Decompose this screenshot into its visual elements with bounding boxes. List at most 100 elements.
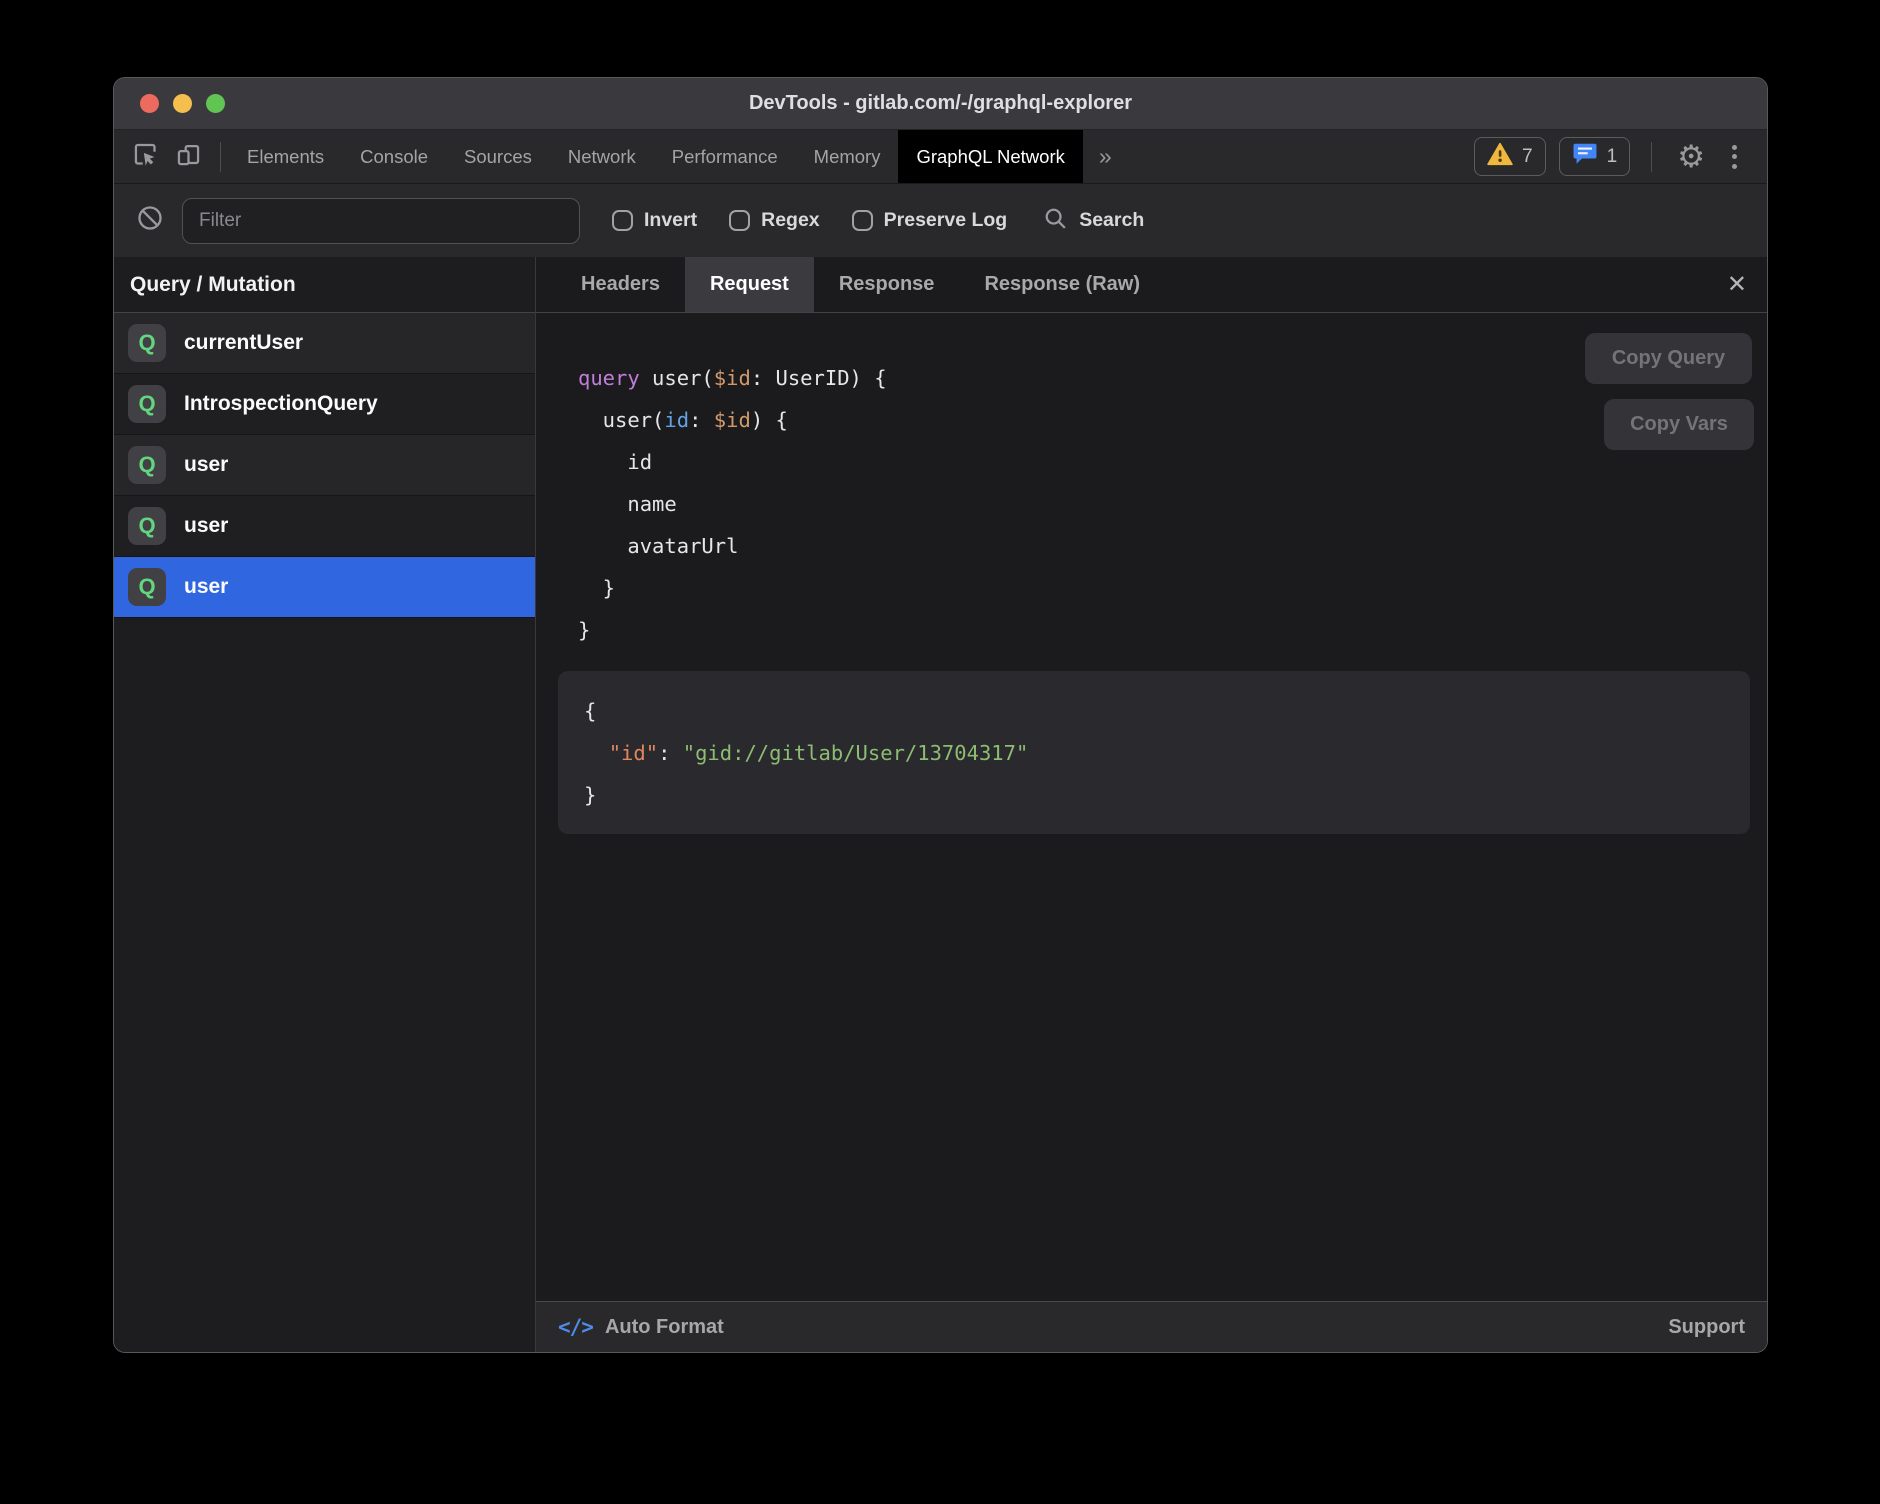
query-type-badge: Q [128,568,166,606]
code-token: id [664,408,689,432]
code-line: name [578,483,887,525]
content-split: Query / Mutation Q currentUser Q Introsp… [114,257,1767,1352]
code-line: avatarUrl [578,525,887,567]
regex-checkbox[interactable] [729,210,750,231]
detail-tab-label: Response (Raw) [984,273,1140,296]
tab-sources[interactable]: Sources [446,130,550,183]
code-token: : UserID) { [751,366,887,390]
inspect-element-icon[interactable] [132,141,159,173]
toolbar-divider [1651,142,1652,172]
filter-bar: Invert Regex Preserve Log Search [114,183,1767,257]
titlebar: DevTools - gitlab.com/-/graphql-explorer [114,78,1767,130]
preserve-log-checkbox[interactable] [852,210,873,231]
invert-checkbox[interactable] [612,210,633,231]
tab-elements[interactable]: Elements [229,130,342,183]
detail-tab-response-raw[interactable]: Response (Raw) [959,257,1165,312]
copy-query-button[interactable]: Copy Query [1585,333,1752,384]
zoom-window-button[interactable] [206,94,225,113]
invert-checkbox-group[interactable]: Invert [612,209,697,232]
detail-tab-headers[interactable]: Headers [556,257,685,312]
block-requests-icon[interactable] [136,204,164,237]
preserve-log-checkbox-group[interactable]: Preserve Log [852,209,1008,232]
detail-tab-response[interactable]: Response [814,257,960,312]
warning-icon [1487,142,1513,171]
code-line: user(id: $id) { [578,399,887,441]
detail-panel: Headers Request Response Response (Raw) … [536,257,1767,1352]
toolbar-divider [220,142,221,172]
traffic-lights [140,78,225,129]
window-title: DevTools - gitlab.com/-/graphql-explorer [749,92,1132,115]
tab-network[interactable]: Network [550,130,654,183]
code-token: $id [714,366,751,390]
close-detail-icon[interactable]: ✕ [1727,257,1747,312]
search-label: Search [1079,209,1144,232]
tab-memory[interactable]: Memory [796,130,899,183]
code-token: user( [578,408,664,432]
filter-input[interactable] [182,198,580,244]
close-window-button[interactable] [140,94,159,113]
query-variables-panel: { "id": "gid://gitlab/User/13704317" } [558,671,1750,834]
code-token: $id [714,408,751,432]
code-token: } [578,618,590,642]
code-token: ) { [751,408,788,432]
code-token: id [578,450,652,474]
query-list-item-user-2[interactable]: Q user [114,496,535,557]
code-token: : [658,741,683,765]
minimize-window-button[interactable] [173,94,192,113]
more-tabs-chevron-icon[interactable]: » [1083,130,1128,183]
code-line: { [584,690,1724,732]
query-type-badge: Q [128,385,166,423]
tab-console[interactable]: Console [342,130,446,183]
detail-tab-label: Request [710,273,789,296]
detail-tab-label: Headers [581,273,660,296]
tab-label: Performance [672,146,778,168]
query-list-item-user-1[interactable]: Q user [114,435,535,496]
detail-tabbar: Headers Request Response Response (Raw) … [536,257,1767,313]
code-token: "id" [609,741,658,765]
code-line: query user($id: UserID) { [578,357,887,399]
search-control[interactable]: Search [1043,206,1144,236]
code-token: { [584,699,596,723]
tab-label: Memory [814,146,881,168]
warning-count: 7 [1522,146,1533,168]
graphql-query-code: query user($id: UserID) { user(id: $id) … [578,357,887,651]
auto-format-button[interactable]: Auto Format [605,1316,724,1339]
query-list-item-currentuser[interactable]: Q currentUser [114,313,535,374]
code-line: id [578,441,887,483]
regex-checkbox-group[interactable]: Regex [729,209,820,232]
messages-badge[interactable]: 1 [1559,137,1631,176]
detail-tab-label: Response [839,273,935,296]
settings-gear-icon[interactable]: ⚙ [1673,141,1709,172]
query-list-item-introspectionquery[interactable]: Q IntrospectionQuery [114,374,535,435]
tab-performance[interactable]: Performance [654,130,796,183]
tabbar-right: 7 1 ⚙ [1474,130,1767,183]
query-list-item-user-3-selected[interactable]: Q user [114,557,535,618]
query-type-badge: Q [128,324,166,362]
code-token [584,741,609,765]
copy-vars-button[interactable]: Copy Vars [1604,399,1754,450]
warnings-badge[interactable]: 7 [1474,137,1546,176]
query-type-badge: Q [128,446,166,484]
tab-graphql-network[interactable]: GraphQL Network [898,130,1082,183]
code-line: "id": "gid://gitlab/User/13704317" [584,732,1724,774]
query-list-header: Query / Mutation [114,257,535,313]
code-token: user( [640,366,714,390]
support-link[interactable]: Support [1668,1316,1745,1339]
code-brackets-icon: </> [558,1315,593,1339]
device-toolbar-icon[interactable] [175,141,202,173]
code-line: } [578,609,887,651]
query-item-label: user [184,453,228,477]
message-icon [1572,142,1598,171]
detail-footer: </> Auto Format Support [536,1301,1767,1352]
more-options-icon[interactable] [1722,145,1747,169]
detail-tab-request[interactable]: Request [685,257,814,312]
code-token: : [689,408,714,432]
query-item-label: user [184,514,228,538]
tab-label: GraphQL Network [916,146,1064,168]
code-line: } [584,774,1724,816]
query-item-label: currentUser [184,331,303,355]
message-count: 1 [1607,146,1618,168]
search-icon [1043,206,1068,236]
code-token: avatarUrl [578,534,738,558]
query-item-label: user [184,575,228,599]
